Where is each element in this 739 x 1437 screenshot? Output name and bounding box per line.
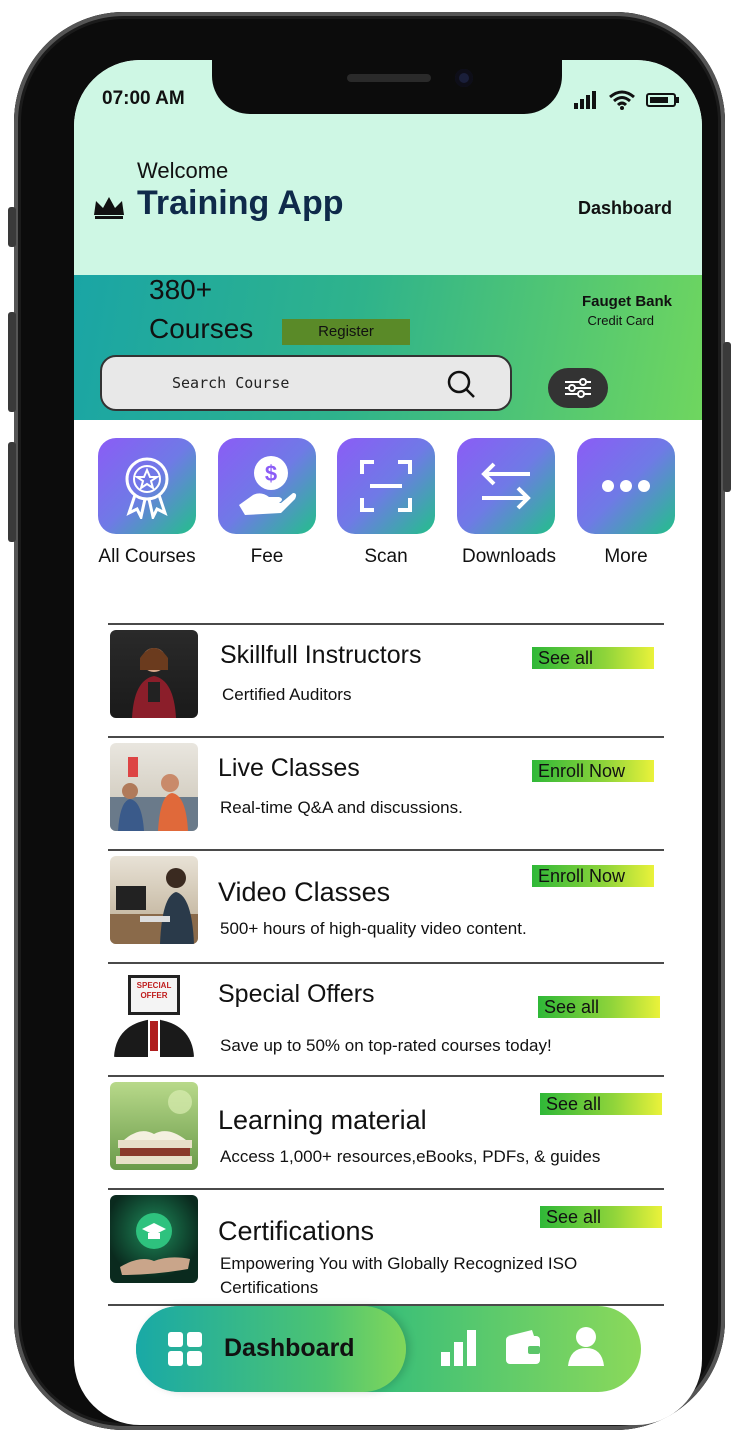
classroom-image: [110, 757, 198, 831]
quick-scan[interactable]: [337, 438, 435, 534]
row-subtitle: Empowering You with Globally Recognized …: [220, 1254, 578, 1297]
volume-up-button: [8, 312, 16, 412]
row-subtitle: Certified Auditors: [222, 685, 352, 704]
list-item-special-offers[interactable]: SPECIAL OFFER Special Offers Save up to …: [108, 962, 664, 1075]
camera: [455, 69, 473, 87]
search-bar[interactable]: Search Course: [100, 355, 512, 411]
battery-icon: [646, 93, 679, 107]
bank-card: Credit Card: [587, 313, 654, 328]
quick-all-courses[interactable]: [98, 438, 196, 534]
thumb-classroom: [110, 743, 198, 831]
crown-icon: [94, 197, 124, 219]
row-subtitle: 500+ hours of high-quality video content…: [220, 919, 527, 938]
svg-text:$: $: [265, 461, 277, 486]
power-button: [723, 342, 731, 492]
books-image: [116, 1090, 192, 1164]
see-all-button[interactable]: See all: [538, 996, 660, 1018]
status-time: 07:00 AM: [102, 88, 185, 109]
search-icon[interactable]: [446, 369, 476, 399]
quick-label-fee: Fee: [250, 546, 284, 567]
courses-label: Courses: [149, 313, 254, 344]
search-input[interactable]: Search Course: [172, 374, 289, 392]
quick-more[interactable]: [577, 438, 675, 534]
register-button[interactable]: Register: [282, 319, 410, 345]
quick-label-downloads: Downloads: [462, 546, 556, 567]
bank-name: Fauget Bank: [581, 293, 672, 310]
enroll-now-button[interactable]: Enroll Now: [532, 760, 654, 782]
status-icons: [574, 90, 680, 110]
screen: 07:00 AM Welcome Training App Dashboard …: [74, 60, 702, 1425]
bar-chart-icon[interactable]: [441, 1328, 477, 1366]
filter-button[interactable]: [548, 368, 608, 408]
nav-dashboard[interactable]: Dashboard: [136, 1306, 406, 1392]
row-title: Live Classes: [218, 754, 360, 782]
row-title: Special Offers: [218, 980, 375, 1008]
see-all-button[interactable]: See all: [532, 647, 654, 669]
badge-icon: [125, 457, 169, 519]
certificate-image: [120, 1213, 190, 1275]
list-item-learning-material[interactable]: Learning material Access 1,000+ resource…: [108, 1075, 664, 1188]
phone-frame: 07:00 AM Welcome Training App Dashboard …: [8, 12, 731, 1430]
row-title: Video Classes: [218, 877, 391, 907]
hand-dollar-icon: $: [239, 456, 297, 515]
nav-dashboard-label: Dashboard: [224, 1334, 355, 1362]
list-item-video-classes[interactable]: Video Classes 500+ hours of high-quality…: [108, 849, 664, 962]
app-title: Training App: [137, 184, 344, 222]
row-subtitle: Real-time Q&A and discussions.: [220, 798, 463, 817]
quick-label-more: More: [604, 546, 648, 567]
bottom-nav: Dashboard: [136, 1306, 641, 1392]
welcome-text: Welcome: [137, 158, 229, 183]
speaker: [347, 74, 431, 82]
enroll-now-button[interactable]: Enroll Now: [532, 865, 654, 887]
wifi-icon: [609, 90, 635, 110]
quick-fee[interactable]: $: [218, 438, 316, 534]
promo-banner: 380+ Courses Register Fauget Bank Credit…: [74, 275, 702, 420]
row-subtitle: Save up to 50% on top-rated courses toda…: [220, 1036, 552, 1055]
scan-icon: [360, 460, 412, 512]
list-item-live-classes[interactable]: Live Classes Real-time Q&A and discussio…: [108, 736, 664, 849]
volume-down-button: [8, 442, 16, 542]
thumb-special-offer: SPECIAL OFFER: [110, 969, 198, 1057]
sliders-icon: [565, 378, 591, 398]
row-title: Learning material: [218, 1105, 427, 1135]
wallet-icon[interactable]: [504, 1328, 542, 1366]
feature-list: Skillfull Instructors Certified Auditors…: [108, 623, 664, 1306]
signal-icon: [574, 91, 596, 109]
arrows-exchange-icon: [481, 462, 531, 510]
offer-sign-text: SPECIAL OFFER: [136, 981, 172, 1000]
thumb-certification: [110, 1195, 198, 1283]
thumb-instructor: [110, 630, 198, 718]
list-item-certifications[interactable]: Certifications Empowering You with Globa…: [108, 1188, 664, 1306]
profile-icon[interactable]: [568, 1326, 604, 1366]
quick-label-scan: Scan: [364, 546, 408, 567]
see-all-button[interactable]: See all: [540, 1093, 662, 1115]
thumb-video: [110, 856, 198, 944]
person-image: [132, 648, 176, 718]
row-title: Certifications: [218, 1216, 375, 1246]
row-title: Skillfull Instructors: [220, 641, 422, 669]
row-subtitle: Access 1,000+ resources,eBooks, PDFs, & …: [220, 1147, 601, 1166]
mute-switch: [8, 207, 16, 247]
video-class-image: [110, 868, 198, 944]
course-count: 380+: [149, 274, 213, 305]
quick-downloads[interactable]: [457, 438, 555, 534]
quick-label-all-courses: All Courses: [98, 546, 196, 567]
grid-icon: [168, 1332, 202, 1366]
list-item-instructors[interactable]: Skillfull Instructors Certified Auditors…: [108, 623, 664, 736]
dashboard-link[interactable]: Dashboard: [578, 198, 672, 219]
more-dots-icon: [602, 480, 650, 492]
thumb-books: [110, 1082, 198, 1170]
see-all-button[interactable]: See all: [540, 1206, 662, 1228]
notch: [212, 60, 562, 114]
